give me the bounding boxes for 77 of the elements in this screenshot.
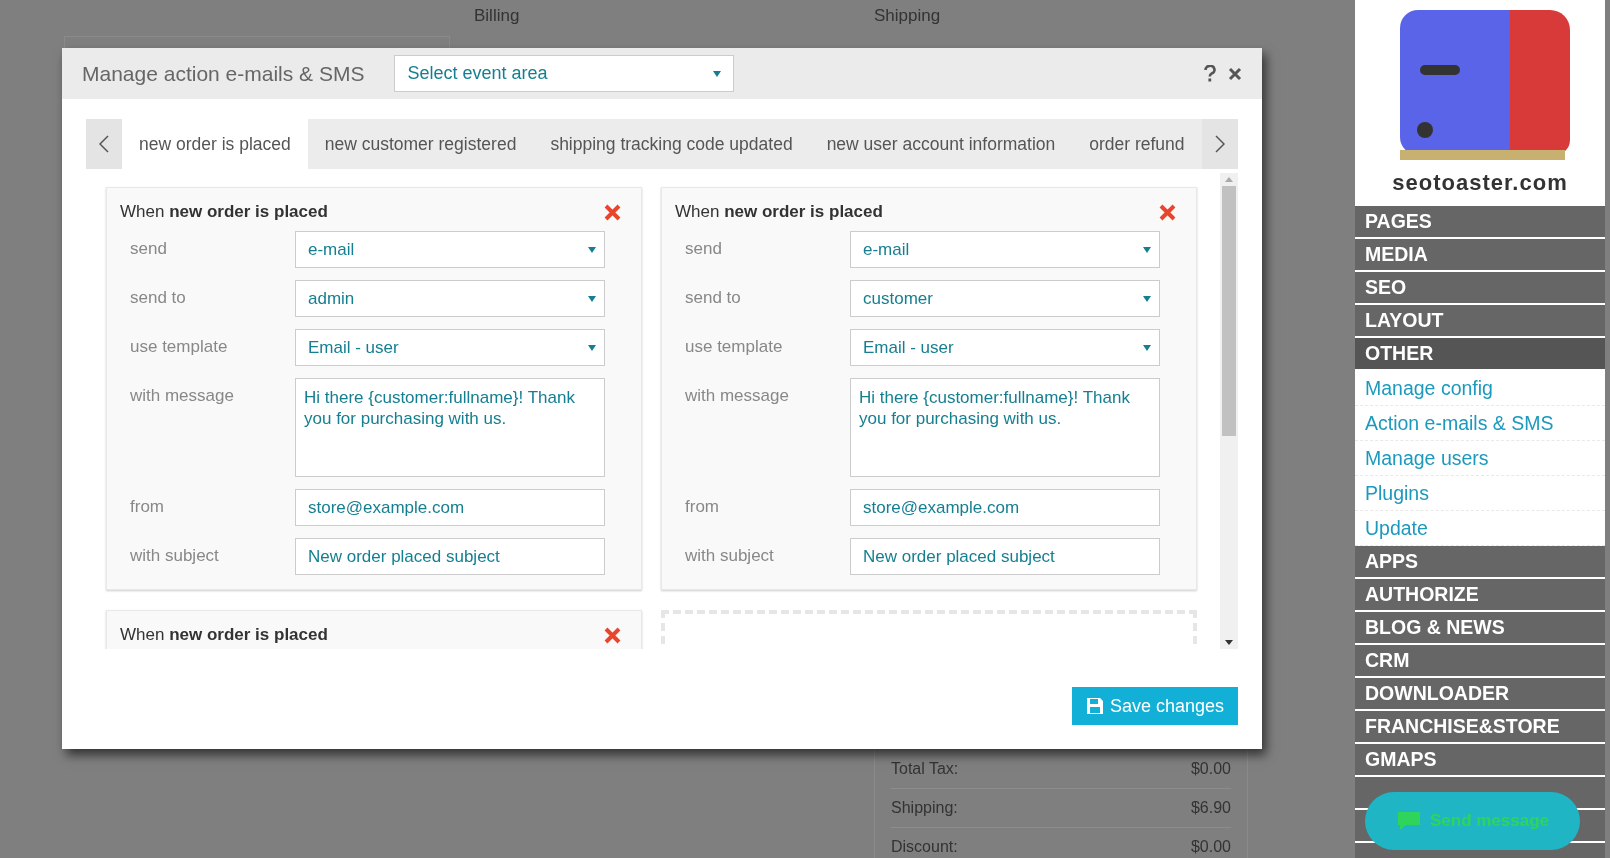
field-label: from [129,496,165,517]
field-label: use template [684,336,784,357]
caret-icon [588,344,596,351]
select-field[interactable]: e-mail [850,231,1160,268]
event-tab[interactable]: shipping tracking code updated [533,119,810,169]
menu-item[interactable]: GMAPS [1355,744,1605,777]
field-label: with subject [684,545,775,566]
field-label: with message [129,385,235,406]
previous-tab-button[interactable] [86,119,122,169]
scroll-down-icon[interactable] [1225,640,1233,645]
chat-bubble-icon [1395,810,1422,832]
caret-icon [588,246,596,253]
event-tab[interactable]: new customer registered [307,119,534,169]
caret-icon [1143,295,1151,302]
menu-item[interactable]: OTHER [1355,338,1605,371]
menu-item[interactable]: MEDIA [1355,239,1605,272]
menu-item[interactable]: APPS [1355,546,1605,579]
logo-text: seotoaster.com [1392,170,1568,196]
field-label: send to [684,287,742,308]
event-tab[interactable]: new order is placed [122,119,308,169]
menu-item[interactable]: CRM [1355,645,1605,678]
input-field[interactable]: store@example.com [850,489,1160,526]
field-label: from [684,496,720,517]
menu-item[interactable]: SEO [1355,272,1605,305]
field-label: with message [684,385,790,406]
select-field[interactable]: admin [295,280,605,317]
card-heading: When new order is placed [675,202,883,222]
help-icon[interactable] [1204,65,1216,82]
select-field[interactable]: customer [850,280,1160,317]
caret-icon [588,295,596,302]
field-label: use template [129,336,229,357]
input-field[interactable]: New order placed subject [850,538,1160,575]
event-tab[interactable]: new user account information [809,119,1073,169]
scroll-up-icon[interactable] [1225,177,1233,182]
menu-item[interactable]: FRANCHISE&STORE [1355,711,1605,744]
field-label: send [129,238,168,259]
close-icon[interactable] [1228,66,1242,81]
field-label: send to [129,287,187,308]
message-textarea[interactable]: Hi there {customer:fullname}! Thank you for purchasing with us. [295,378,605,477]
caret-icon [1143,344,1151,351]
total-value: $0.00 [1190,838,1231,856]
event-tab[interactable]: order refund [1072,119,1202,169]
select-field[interactable]: e-mail [295,231,605,268]
total-label: Shipping: [891,799,958,817]
save-icon [1085,697,1104,715]
total-label: Discount: [891,838,958,856]
chevron-right-icon [1215,135,1225,153]
event-area-select[interactable]: Select event area [394,55,735,92]
select-field[interactable]: Email - user [295,329,605,366]
menu-item[interactable]: PAGES [1355,206,1605,239]
menu-item[interactable]: LAYOUT [1355,305,1605,338]
caret-icon [713,70,722,77]
menu-item[interactable]: DOWNLOADER [1355,678,1605,711]
delete-icon[interactable] [604,203,621,221]
column-heading: Shipping [874,6,941,25]
input-field[interactable]: store@example.com [295,489,605,526]
scrollbar[interactable] [1220,173,1238,649]
save-changes-button[interactable]: Save changes [1071,687,1238,725]
field-label: send [684,238,723,259]
column-heading: Billing [474,6,520,25]
field-label: with subject [129,545,220,566]
next-tab-button[interactable] [1202,119,1238,169]
dialog-title: Manage action e-mails & SMS [82,61,365,86]
chevron-left-icon [99,135,109,153]
menu-item[interactable]: AUTHORIZE [1355,579,1605,612]
card-heading: When new order is placed [120,625,328,645]
total-label: Total Tax: [891,760,959,778]
total-value: $6.90 [1190,799,1231,817]
card-heading: When new order is placed [120,202,328,222]
delete-icon[interactable] [604,626,621,644]
menu-item[interactable]: BLOG & NEWS [1355,612,1605,645]
input-field[interactable]: New order placed subject [295,538,605,575]
delete-icon[interactable] [1159,203,1176,221]
total-value: $0.00 [1190,760,1231,778]
caret-icon [1143,246,1151,253]
select-field[interactable]: Email - user [850,329,1160,366]
message-textarea[interactable]: Hi there {customer:fullname}! Thank you for purchasing with us. [850,378,1160,477]
